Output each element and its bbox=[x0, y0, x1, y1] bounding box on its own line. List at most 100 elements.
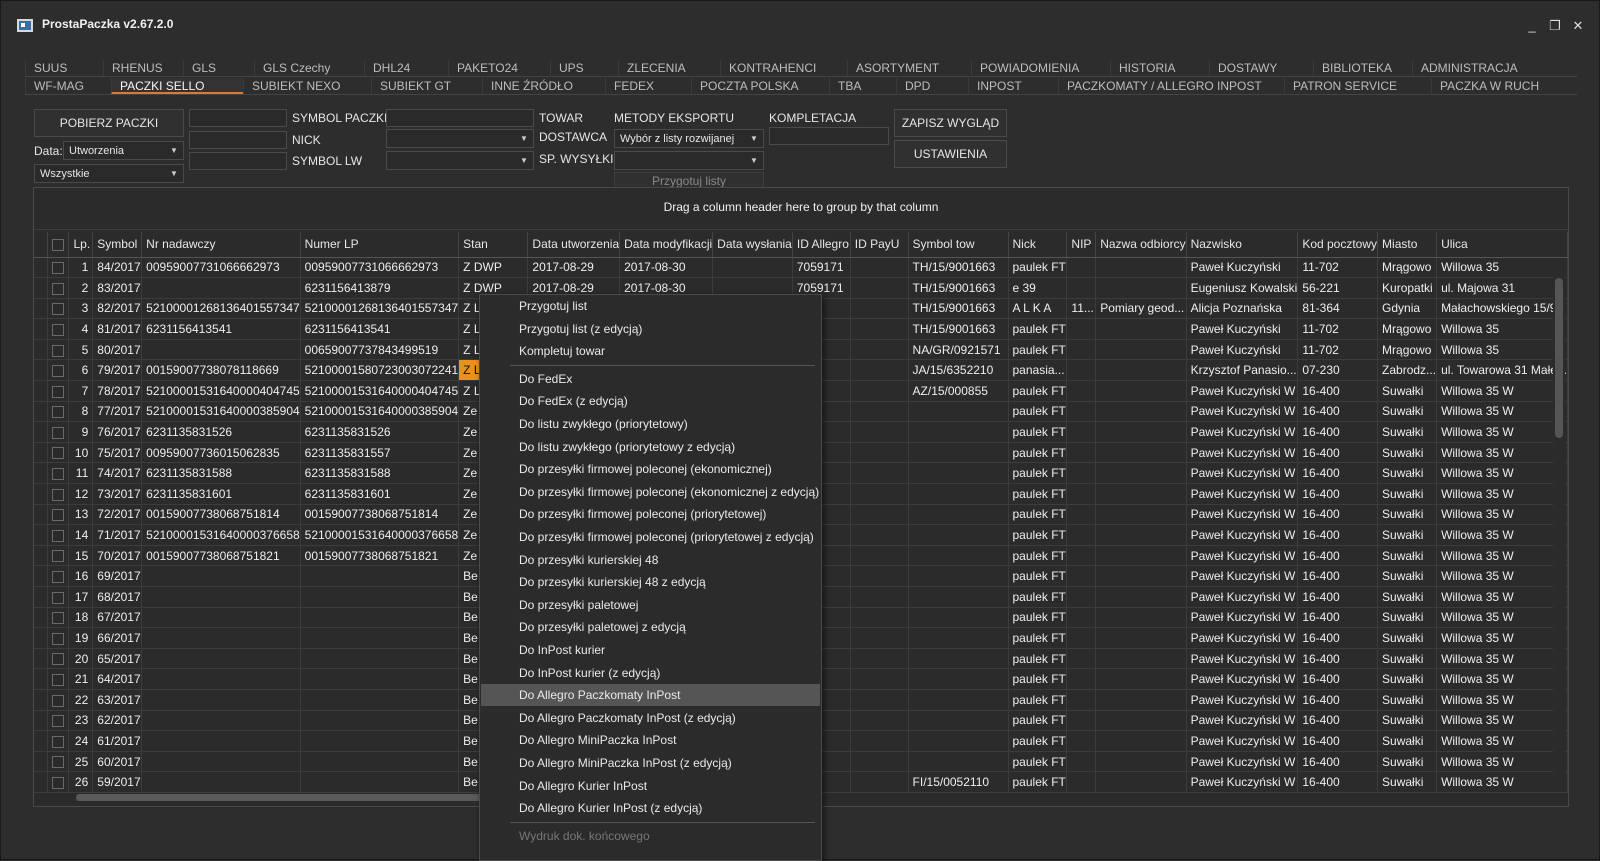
table-cell[interactable] bbox=[47, 277, 70, 299]
close-button[interactable]: ✕ bbox=[1567, 17, 1589, 35]
table-cell[interactable] bbox=[47, 483, 70, 505]
tab-paczki-sello[interactable]: PACZKI SELLO bbox=[111, 78, 243, 94]
menu-item[interactable]: Do InPost kurier bbox=[481, 639, 820, 661]
table-cell[interactable] bbox=[47, 586, 70, 608]
table-cell[interactable] bbox=[47, 668, 70, 690]
menu-item[interactable]: Przygotuj list (z edycją) bbox=[481, 318, 820, 340]
table-cell[interactable] bbox=[47, 545, 70, 567]
table-cell[interactable] bbox=[47, 627, 70, 649]
date-to-input[interactable] bbox=[189, 131, 287, 149]
column-header[interactable]: Miasto bbox=[1377, 232, 1438, 258]
menu-item[interactable]: Przygotuj list bbox=[481, 295, 820, 317]
tab-wf-mag[interactable]: WF-MAG bbox=[25, 78, 111, 94]
export-method-select[interactable]: Wybór z listy rozwijanej ▼ bbox=[614, 129, 764, 148]
menu-item[interactable]: Do listu zwykłego (priorytetowy z edycją… bbox=[481, 436, 820, 458]
table-cell[interactable] bbox=[47, 648, 70, 670]
tab-historia[interactable]: HISTORIA bbox=[1110, 60, 1209, 76]
tab-patron-service[interactable]: PATRON SERVICE bbox=[1284, 78, 1431, 94]
menu-item[interactable]: Do przesyłki firmowej poleconej (ekonomi… bbox=[481, 481, 820, 503]
row-checkbox[interactable] bbox=[52, 488, 65, 501]
tab-asortyment[interactable]: ASORTYMENT bbox=[847, 60, 971, 76]
row-checkbox[interactable] bbox=[52, 653, 65, 666]
column-header[interactable]: ID PayU bbox=[850, 232, 909, 258]
column-header[interactable] bbox=[47, 232, 70, 258]
column-header[interactable]: Data modyfikacji bbox=[619, 232, 714, 258]
nick-select[interactable]: ▼ bbox=[386, 129, 534, 148]
horizontal-scroll-thumb[interactable] bbox=[76, 794, 496, 801]
column-header[interactable]: Nazwa odbiorcy bbox=[1095, 232, 1187, 258]
column-header[interactable]: Nazwisko bbox=[1186, 232, 1299, 258]
table-cell[interactable] bbox=[47, 462, 70, 485]
column-header[interactable]: Kod pocztowy bbox=[1297, 232, 1379, 258]
menu-item[interactable]: Do przesyłki kurierskiej 48 bbox=[481, 549, 820, 571]
row-checkbox[interactable] bbox=[52, 550, 65, 563]
column-header[interactable] bbox=[34, 232, 49, 258]
tab-gls-czechy[interactable]: GLS Czechy bbox=[254, 60, 364, 76]
table-cell[interactable] bbox=[47, 442, 70, 464]
table-cell[interactable] bbox=[47, 751, 70, 773]
column-header[interactable]: Lp. bbox=[68, 232, 94, 258]
minimize-button[interactable]: _ bbox=[1521, 17, 1543, 35]
table-cell[interactable] bbox=[47, 730, 70, 752]
date-type-select[interactable]: Utworzenia ▼ bbox=[63, 141, 184, 160]
row-checkbox[interactable] bbox=[52, 426, 65, 439]
row-checkbox[interactable] bbox=[52, 776, 65, 789]
tab-zlecenia[interactable]: ZLECENIA bbox=[618, 60, 720, 76]
tab-suus[interactable]: SUUS bbox=[25, 60, 103, 76]
column-header[interactable]: Stan bbox=[458, 232, 529, 258]
row-checkbox[interactable] bbox=[52, 385, 65, 398]
column-header[interactable]: Numer LP bbox=[300, 232, 460, 258]
row-checkbox[interactable] bbox=[52, 612, 65, 625]
select-all-checkbox[interactable] bbox=[52, 239, 65, 252]
table-cell[interactable] bbox=[47, 771, 70, 793]
tab-dostawy[interactable]: DOSTAWY bbox=[1209, 60, 1313, 76]
tab-tba[interactable]: TBA bbox=[829, 78, 896, 94]
row-checkbox[interactable] bbox=[52, 735, 65, 748]
symbol-lw-select[interactable]: ▼ bbox=[386, 151, 534, 170]
vertical-scrollbar[interactable] bbox=[1553, 258, 1565, 788]
column-header[interactable]: Symbol tow bbox=[908, 232, 1009, 258]
row-checkbox[interactable] bbox=[52, 344, 65, 357]
shipping-method-select[interactable]: ▼ bbox=[614, 151, 764, 170]
tab-gls[interactable]: GLS bbox=[183, 60, 254, 76]
table-cell[interactable] bbox=[47, 524, 70, 546]
column-header[interactable]: NIP bbox=[1066, 232, 1097, 258]
menu-item[interactable]: Do Allegro Kurier InPost bbox=[481, 775, 820, 797]
tab-rhenus[interactable]: RHENUS bbox=[103, 60, 183, 76]
tab-inpost[interactable]: INPOST bbox=[968, 78, 1058, 94]
row-checkbox[interactable] bbox=[52, 509, 65, 522]
row-checkbox[interactable] bbox=[52, 674, 65, 686]
tab-paczkomaty-allegro-inpost[interactable]: PACZKOMATY / ALLEGRO INPOST bbox=[1058, 78, 1284, 94]
row-checkbox[interactable] bbox=[52, 529, 65, 542]
row-checkbox[interactable] bbox=[52, 715, 65, 728]
vertical-scroll-thumb[interactable] bbox=[1555, 278, 1563, 438]
tab-biblioteka[interactable]: BIBLIOTEKA bbox=[1313, 60, 1412, 76]
menu-item[interactable]: Do FedEx (z edycją) bbox=[481, 390, 820, 412]
row-checkbox[interactable] bbox=[52, 447, 65, 460]
menu-item[interactable]: Do InPost kurier (z edycją) bbox=[481, 662, 820, 684]
status-filter-select[interactable]: Wszystkie ▼ bbox=[34, 164, 184, 183]
tab-dpd[interactable]: DPD bbox=[896, 78, 968, 94]
tab-fedex[interactable]: FEDEX bbox=[605, 78, 691, 94]
menu-item[interactable]: Do Allegro Paczkomaty InPost bbox=[481, 684, 820, 707]
table-cell[interactable] bbox=[47, 421, 70, 443]
row-checkbox[interactable] bbox=[52, 303, 65, 316]
symbol-input[interactable] bbox=[386, 109, 534, 127]
row-checkbox[interactable] bbox=[52, 262, 65, 275]
table-cell[interactable] bbox=[47, 318, 70, 340]
save-view-button[interactable]: ZAPISZ WYGLĄD bbox=[894, 109, 1007, 137]
settings-button[interactable]: USTAWIENIA bbox=[894, 140, 1007, 168]
tab-powiadomienia[interactable]: POWIADOMIENIA bbox=[971, 60, 1110, 76]
table-row[interactable]: 1 84/2017 00959007731066662973 009590077310… bbox=[34, 257, 1568, 279]
row-checkbox[interactable] bbox=[52, 365, 65, 378]
row-checkbox[interactable] bbox=[52, 632, 65, 645]
table-cell[interactable] bbox=[47, 359, 70, 382]
menu-item[interactable]: Do Allegro Kurier InPost (z edycją) bbox=[481, 797, 820, 819]
fetch-parcels-button[interactable]: POBIERZ PACZKI bbox=[34, 109, 184, 137]
menu-item[interactable]: Do przesyłki firmowej poleconej (prioryt… bbox=[481, 503, 820, 525]
menu-item[interactable]: Do FedEx bbox=[481, 368, 820, 390]
menu-item[interactable]: Kompletuj towar bbox=[481, 340, 820, 362]
column-header[interactable]: Data utworzenia bbox=[527, 232, 621, 258]
extra-filter-input[interactable] bbox=[189, 152, 287, 170]
tab-subiekt-gt[interactable]: SUBIEKT GT bbox=[371, 78, 482, 94]
